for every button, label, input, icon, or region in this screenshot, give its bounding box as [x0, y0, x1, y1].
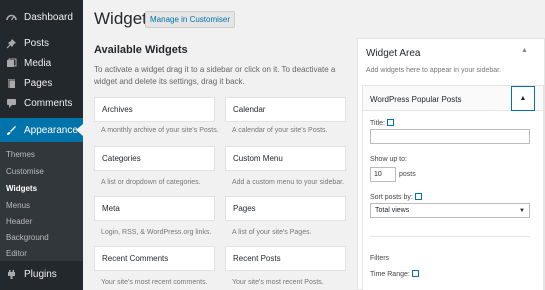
widget-area-panel: Widget Area ▲ Add widgets here to appear…	[357, 38, 545, 290]
popular-posts-title: WordPress Popular Posts	[370, 95, 462, 104]
media-icon	[5, 58, 18, 69]
pushpin-icon	[5, 38, 18, 49]
sidebar-item-label: Pages	[24, 78, 53, 89]
widget-toggle-button[interactable]: ▲	[511, 86, 535, 111]
sidebar-item-plugins[interactable]: Plugins	[0, 263, 83, 286]
appearance-submenu: Themes Customise Widgets Menus Header Ba…	[0, 142, 83, 261]
time-range-label: Time Range:	[370, 270, 419, 278]
help-icon[interactable]	[414, 193, 422, 200]
paintbrush-icon	[5, 125, 18, 136]
widget-categories[interactable]: Categories	[94, 146, 215, 171]
sidebar-item-label: Comments	[24, 98, 73, 109]
title-label: Title:	[370, 119, 394, 127]
widget-description: A list of your site's Pages.	[232, 229, 312, 236]
manage-in-customiser-button[interactable]: Manage in Customiser	[145, 11, 236, 28]
widget-meta[interactable]: Meta	[94, 196, 215, 221]
widget-archives[interactable]: Archives	[94, 97, 215, 122]
dashboard-icon	[5, 12, 18, 23]
sort-select-value: Total views	[375, 207, 410, 214]
available-widgets-description: To activate a widget drag it to a sideba…	[94, 65, 336, 86]
sidebar-item-label: Plugins	[24, 269, 57, 280]
submenu-item-themes[interactable]: Themes	[6, 150, 35, 159]
chevron-up-icon: ▲	[519, 95, 527, 102]
sidebar-item-label: Dashboard	[24, 12, 73, 23]
widget-recent-posts[interactable]: Recent Posts	[225, 246, 346, 271]
submenu-item-editor[interactable]: Editor	[6, 249, 27, 258]
sidebar-item-label: Appearance	[24, 125, 78, 136]
widget-area-description: Add widgets here to appear in your sideb…	[366, 67, 502, 74]
available-widgets-heading: Available Widgets	[94, 44, 188, 56]
sidebar-item-appearance[interactable]: Appearance	[0, 118, 83, 143]
submenu-item-customise[interactable]: Customise	[6, 167, 44, 176]
collapse-arrow-icon[interactable]: ▲	[521, 47, 528, 54]
show-up-to-label: Show up to:	[370, 156, 407, 163]
sort-label: Sort posts by:	[370, 193, 422, 201]
admin-sidebar: Dashboard Posts Media Pages Comments App…	[0, 0, 83, 290]
submenu-item-background[interactable]: Background	[6, 233, 49, 242]
widget-description: A monthly archive of your site's Posts.	[101, 127, 219, 134]
divider	[370, 236, 530, 237]
submenu-item-widgets[interactable]: Widgets	[6, 184, 37, 193]
widget-custom-menu[interactable]: Custom Menu	[225, 146, 346, 171]
help-icon[interactable]	[386, 119, 394, 126]
sidebar-item-label: Media	[24, 58, 52, 69]
title-input[interactable]	[370, 129, 530, 144]
submenu-item-menus[interactable]: Menus	[6, 201, 30, 210]
widget-area-title[interactable]: Widget Area	[366, 48, 420, 59]
plugin-icon	[5, 269, 18, 280]
pages-icon	[5, 78, 18, 89]
widget-description: Add a custom menu to your sidebar.	[232, 179, 345, 186]
widget-description: Your site's most recent comments.	[101, 279, 208, 286]
submenu-item-header[interactable]: Header	[6, 217, 32, 226]
popular-posts-widget: WordPress Popular Posts ▲ Title: Show up…	[362, 85, 544, 290]
widget-description: A calendar of your site's Posts.	[232, 127, 328, 134]
widget-pages[interactable]: Pages	[225, 196, 346, 221]
sidebar-item-label: Posts	[24, 38, 50, 49]
comments-icon	[5, 98, 18, 109]
widget-recent-comments[interactable]: Recent Comments	[94, 246, 215, 271]
help-icon[interactable]	[411, 270, 419, 277]
popular-posts-header[interactable]: WordPress Popular Posts ▲	[363, 86, 543, 111]
sidebar-item-comments[interactable]: Comments	[0, 92, 83, 115]
dropdown-caret-icon: ▼	[519, 208, 525, 214]
filters-heading: Filters	[370, 255, 390, 262]
sort-select[interactable]: Total views ▼	[370, 203, 530, 218]
sidebar-item-dashboard[interactable]: Dashboard	[0, 6, 83, 29]
posts-suffix: posts	[399, 171, 416, 178]
widget-description: Your site's most recent Posts.	[232, 279, 324, 286]
show-up-to-input[interactable]: 10	[370, 167, 396, 182]
widget-calendar[interactable]: Calendar	[225, 97, 346, 122]
widget-description: A list or dropdown of categories.	[101, 179, 201, 186]
widget-description: Login, RSS, & WordPress.org links.	[101, 229, 212, 236]
